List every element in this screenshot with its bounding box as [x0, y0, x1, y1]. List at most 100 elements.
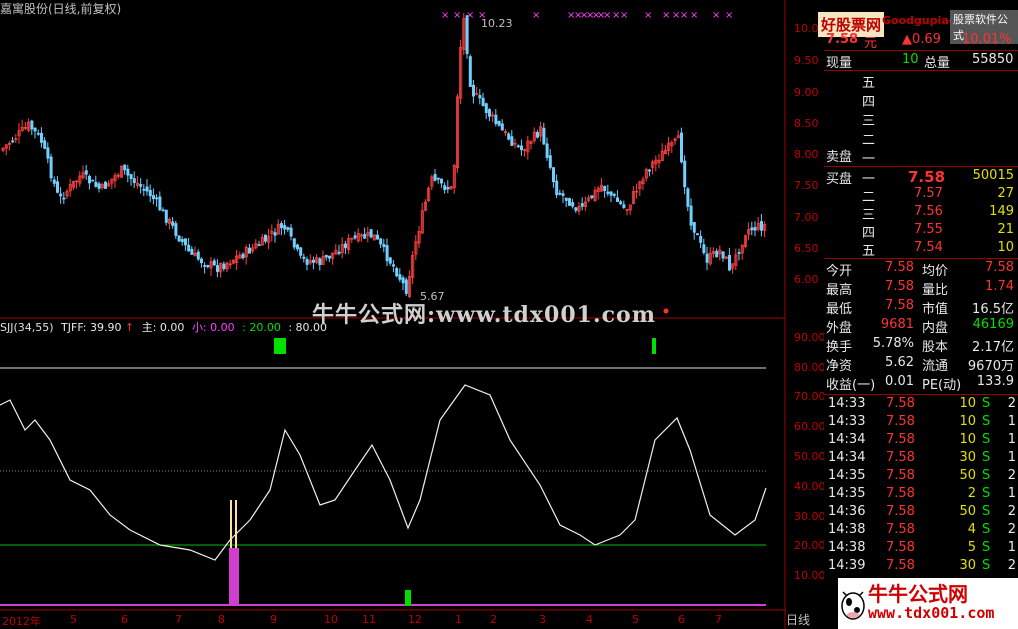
candle-body [683, 160, 687, 188]
tick-time: 14:34 [828, 432, 866, 447]
x-tick-label: 10 [324, 613, 338, 626]
tick-time: 14:39 [828, 558, 866, 573]
buy-level-volume: 21 [997, 222, 1014, 237]
price-change: ▲0.69 [902, 32, 941, 47]
signal-marker: × [690, 10, 698, 21]
x-tick-label: 12 [408, 613, 422, 626]
candle-body [609, 191, 613, 196]
tick-row[interactable]: 14:39 7.58 30 S 2 [824, 558, 1018, 576]
chart-area[interactable]: × × × × × × × × × × × × × × × × × × × × × 嘉寓股份(日线,前复权) SJJ(3… [0, 0, 786, 629]
price-tick-label: 6.00 [794, 273, 819, 286]
tick-side: S [982, 522, 991, 537]
signal-marker: × [603, 10, 611, 21]
candle-body [436, 177, 440, 180]
candle-body [737, 252, 741, 254]
candle-body [88, 175, 92, 184]
price-tick-label: 9.50 [794, 54, 819, 67]
period-label[interactable]: 日线 [786, 611, 810, 628]
chart-title: 嘉寓股份(日线,前复权) [0, 2, 122, 16]
price-tick-label: 7.50 [794, 179, 819, 192]
x-tick-label: 5 [632, 613, 639, 626]
x-tick-label: 2 [490, 613, 497, 626]
xianliang-value: 10 [902, 52, 919, 67]
candle-body [129, 174, 133, 180]
candle-body [305, 259, 309, 265]
signal-marker: × [680, 10, 688, 21]
candle-body [395, 268, 399, 277]
stat-value: 5.62 [885, 355, 914, 370]
tick-row[interactable]: 14:34 7.58 10 S 1 [824, 432, 1018, 450]
candle-body [471, 84, 475, 97]
candle-body [286, 227, 290, 230]
tick-side: S [982, 396, 991, 411]
tick-row[interactable]: 14:35 7.58 2 S 1 [824, 486, 1018, 504]
stat-value: 16.5亿 [972, 302, 1014, 317]
signal-marker: × [662, 10, 670, 21]
candle-body [494, 114, 498, 125]
tick-row[interactable]: 14:35 7.58 50 S 2 [824, 468, 1018, 486]
candle-body [571, 202, 575, 207]
stat-label: 换手 [826, 340, 853, 355]
candle-body [257, 244, 261, 247]
high-annotation: 10.23 [481, 17, 513, 30]
buy-level-row[interactable]: 三 7.56 149 [824, 204, 1018, 223]
price-tick-label: 7.00 [794, 211, 819, 224]
indicator-tick-label: 40.00 [794, 480, 826, 493]
stat-label: 最高 [826, 283, 853, 298]
tick-price: 7.58 [886, 396, 915, 411]
tick-time: 14:35 [828, 468, 866, 483]
candle-body [606, 191, 610, 194]
candle-body [337, 251, 341, 254]
candle-body [721, 251, 725, 259]
candle-body [145, 186, 149, 192]
stat-value: 7.58 [885, 260, 914, 275]
candle-body [289, 227, 293, 237]
candle-body [183, 238, 187, 246]
buy-level-row[interactable]: 一 7.58 50015 [824, 168, 1018, 187]
tick-row[interactable]: 14:38 7.58 5 S 1 [824, 540, 1018, 558]
sell-level-label: 四 [862, 95, 876, 110]
logo-text: 牛牛公式网 [868, 582, 968, 606]
candle-body [568, 198, 572, 206]
tick-price: 7.58 [886, 414, 915, 429]
candle-body [187, 244, 191, 252]
tick-count: 2 [1007, 558, 1016, 573]
candle-body [443, 185, 447, 190]
tick-side: S [982, 504, 991, 519]
tick-time: 14:38 [828, 540, 866, 555]
stat-value: 46169 [972, 317, 1014, 332]
candle-body [715, 250, 719, 258]
candle-body [753, 227, 757, 231]
tick-volume: 10 [959, 432, 976, 447]
tick-row[interactable]: 14:36 7.58 50 S 2 [824, 504, 1018, 522]
buy-level-row[interactable]: 五 7.54 10 [824, 240, 1018, 259]
candle-body [500, 123, 504, 131]
buy-level-volume: 10 [997, 240, 1014, 255]
tjff-line [0, 384, 767, 561]
stat-value: 2.17亿 [972, 340, 1014, 355]
tick-side: S [982, 558, 991, 573]
candle-body [33, 127, 37, 132]
tick-row[interactable]: 14:33 7.58 10 S 2 [824, 396, 1018, 414]
buy-level-row[interactable]: 二 7.57 27 [824, 186, 1018, 205]
candle-body [545, 143, 549, 158]
stat-label: 内盘 [922, 321, 949, 336]
stat-label: 最低 [826, 302, 853, 317]
candle-body [161, 209, 165, 212]
x-tick-label: 2012年 [2, 615, 41, 628]
tick-count: 2 [1007, 522, 1016, 537]
tick-volume: 50 [959, 504, 976, 519]
candle-body [171, 221, 175, 226]
line20-value: : 20.00 [242, 321, 281, 334]
indicator-tick-label: 90.00 [794, 331, 826, 344]
buy-level-row[interactable]: 四 7.55 21 [824, 222, 1018, 241]
tick-price: 7.58 [886, 486, 915, 501]
tick-row[interactable]: 14:33 7.58 10 S 1 [824, 414, 1018, 432]
tick-count: 1 [1007, 450, 1016, 465]
tick-count: 2 [1007, 504, 1016, 519]
candle-body [555, 180, 559, 196]
tick-row[interactable]: 14:38 7.58 4 S 2 [824, 522, 1018, 540]
candle-body [648, 169, 652, 172]
tick-row[interactable]: 14:34 7.58 30 S 1 [824, 450, 1018, 468]
stat-row: 净资 5.62 流通 9670万 [824, 355, 1018, 374]
